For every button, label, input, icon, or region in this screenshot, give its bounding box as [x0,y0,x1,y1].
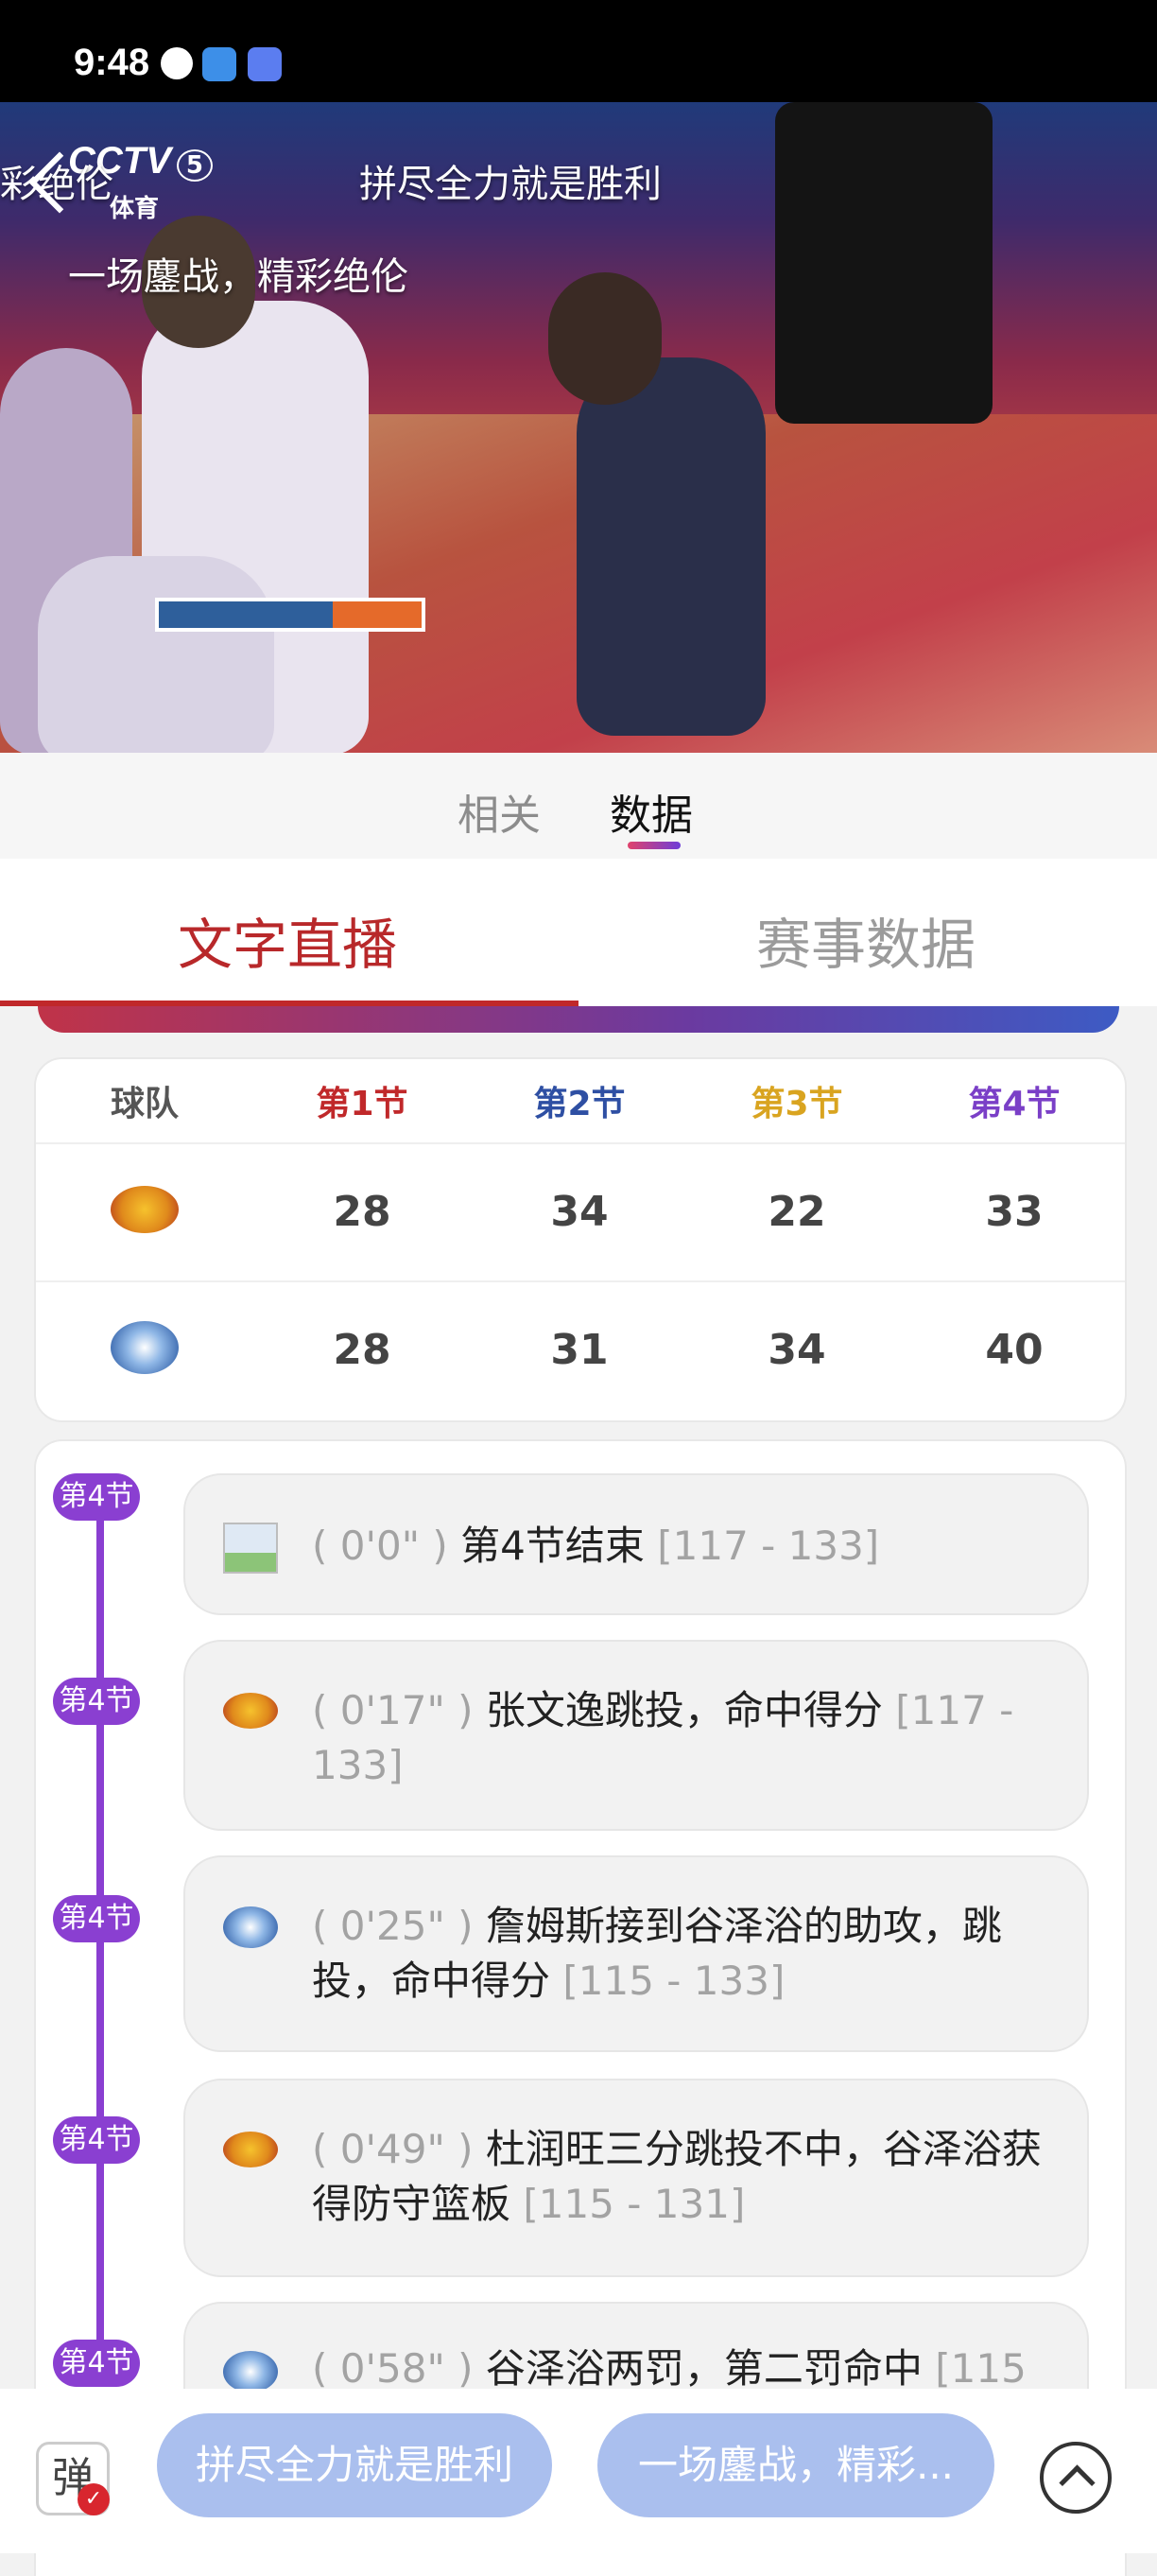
event-time: ( 0'49" ) [312,2126,474,2172]
quick-danmaku-chip[interactable]: 一场鏖战，精彩... [597,2413,994,2517]
play-event[interactable]: ( 0'0" ) 第4节结束 [117 - 133] [183,1473,1089,1615]
mail-icon [202,47,236,81]
table-row: 28 31 34 40 [36,1280,1125,1419]
score-cell: 34 [550,1187,609,1236]
header-team: 球队 [110,1085,179,1123]
play-event[interactable]: ( 0'25" ) 詹姆斯接到谷泽浴的助攻，跳投，命中得分 [115 - 133… [183,1855,1089,2052]
tab-related[interactable]: 相关 [458,781,541,842]
quick-danmaku-chip[interactable]: 拼尽全力就是胜利 [157,2413,552,2517]
video-frame-figure [548,272,662,405]
quarter-badge: 第4节 [53,2116,140,2164]
pioneers-team-logo [223,2351,278,2393]
score-cell: 33 [985,1187,1044,1236]
quarter-badge: 第4节 [53,1895,140,1942]
quarter-badge: 第4节 [53,1473,140,1521]
event-desc: 张文逸跳投，命中得分 [485,1687,883,1733]
score-cell: 22 [768,1187,826,1236]
event-score: [115 - 133] [562,1958,786,2004]
tiger-team-logo [223,1693,278,1729]
event-score: [115 [935,2345,1027,2392]
status-time: 9:48 [74,42,150,83]
tab-data[interactable]: 数据 [610,781,693,842]
pioneers-team-logo [223,1906,278,1948]
pioneers-team-logo[interactable] [111,1321,179,1374]
score-cell: 34 [768,1325,826,1374]
tiger-team-logo[interactable] [111,1186,179,1233]
shopping-bag-icon [248,47,282,81]
video-frame-figure [775,102,993,424]
danmaku-comment: 一场鏖战，精彩绝伦 [68,255,408,299]
event-time: ( 0'25" ) [312,1903,474,1949]
table-header-row: 球队 第1节 第2节 第3节 第4节 [36,1059,1125,1144]
table-row: 28 34 22 33 [36,1142,1125,1282]
event-score: [117 - 133] [657,1523,880,1569]
tiger-team-logo [223,2132,278,2167]
event-time: ( 0'17" ) [312,1687,474,1733]
header-q2: 第2节 [533,1085,626,1123]
hand-icon [161,47,193,79]
tab-match-stats[interactable]: 赛事数据 [756,900,976,980]
score-cell: 28 [333,1187,391,1236]
active-tab-indicator [628,842,681,849]
event-score: [115 - 131] [523,2181,746,2227]
chevron-up-icon [1059,2464,1096,2501]
event-time: ( 0'0" ) [312,1523,448,1569]
event-desc: 谷泽浴两罚，第二罚命中 [485,2345,923,2392]
play-event[interactable]: ( 0'17" ) 张文逸跳投，命中得分 [117 - 133] [183,1640,1089,1831]
score-cell: 28 [333,1325,391,1374]
header-q3: 第3节 [751,1085,843,1123]
bottom-bar: 弹 ✓ 拼尽全力就是胜利 一场鏖战，精彩... [0,2389,1157,2553]
play-event[interactable]: ( 0'49" ) 杜润旺三分跳投不中，谷泽浴获得防守篮板 [115 - 131… [183,2079,1089,2277]
video-frame-figure [38,556,274,753]
quarter-badge: 第4节 [53,1678,140,1725]
top-tab-bar: 相关 数据 [0,753,1157,859]
status-bar: 9:48 [0,0,1157,102]
score-cell: 40 [985,1325,1044,1374]
scrolled-banner [38,1006,1119,1033]
tab-live-text[interactable]: 文字直播 [178,900,397,980]
quarter-badge: 第4节 [53,2340,140,2387]
video-frame-figure [577,357,766,736]
sub-tab-bar: 文字直播 赛事数据 [0,859,1157,1006]
broken-image-icon [223,1523,278,1574]
scroll-to-top-button[interactable] [1040,2442,1112,2514]
event-time: ( 0'58" ) [312,2345,474,2392]
video-player[interactable]: CCTV 5 体育 彩绝伦 拼尽全力就是胜利 一场鏖战，精彩绝伦 [0,102,1157,753]
check-icon: ✓ [78,2483,110,2515]
header-q4: 第4节 [968,1085,1061,1123]
event-desc: 第4节结束 [460,1523,645,1569]
video-overlay-bar [155,598,425,632]
danmaku-comment: 拼尽全力就是胜利 [359,163,662,206]
quarter-score-table: 球队 第1节 第2节 第3节 第4节 28 34 22 33 28 31 34 … [34,1057,1127,1422]
score-cell: 31 [550,1325,609,1374]
header-q1: 第1节 [316,1085,408,1123]
